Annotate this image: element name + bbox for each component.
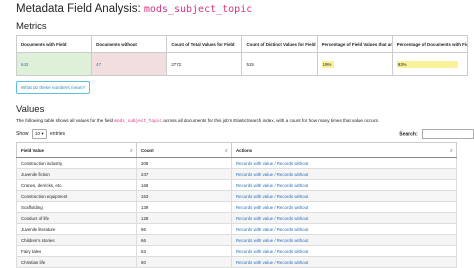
actions-cell: Records with value / Records without [231, 201, 457, 213]
column-header-count-label: Count [141, 147, 154, 153]
actions-cell: Records with value / Records without [231, 212, 457, 224]
field-value-cell: Christian life [16, 256, 137, 268]
column-header-actions[interactable]: Actions ⇵ [231, 142, 457, 158]
values-table: Field Value ⇵ Count ⇵ Actions ⇵ Construc… [16, 142, 457, 268]
count-cell: 168 [136, 179, 232, 191]
actions-cell: Records with value / Records without [231, 179, 457, 191]
count-cell: 308 [136, 157, 232, 169]
records-links[interactable]: Records with value / Records without [236, 216, 308, 221]
actions-cell: Records with value / Records without [231, 256, 457, 268]
records-links[interactable]: Records with value / Records without [236, 238, 308, 243]
metrics-table: Documents with Field Documents without C… [15, 35, 469, 76]
table-row: Scaffolding 139 Records with value / Rec… [16, 201, 457, 213]
show-label: Show [16, 131, 29, 137]
total-values-cell: 2772 [166, 52, 243, 76]
actions-cell: Records with value / Records without [231, 245, 457, 257]
metrics-col-total-values: Count of Total Values for Field [166, 35, 243, 53]
chevron-down-icon: ▾ [41, 131, 44, 136]
without-field-link[interactable]: 47 [96, 62, 101, 67]
without-field-cell: 47 [91, 52, 168, 76]
pct-with-field-cell: 93% [391, 52, 469, 76]
page-title-prefix: Metadata Field Analysis: [16, 3, 141, 15]
records-links[interactable]: Records with value / Records without [236, 172, 308, 177]
records-links[interactable]: Records with value / Records without [236, 183, 308, 188]
metrics-col-pct-unique: Percentage of Field Values that are Uniq… [316, 35, 393, 53]
field-value-cell: Children's stories [16, 234, 137, 246]
records-links[interactable]: Records with value / Records without [236, 227, 308, 232]
table-row: Construction equipment 163 Records with … [16, 190, 457, 202]
desc-field-code: mods_subject_topic [114, 119, 162, 124]
metrics-col-without: Documents without [91, 35, 168, 53]
metrics-col-pct-with-field: Percentage of Documents with Field [391, 35, 469, 53]
search-label: Search: [399, 131, 418, 138]
count-cell: 139 [136, 201, 232, 213]
pct-with-field-bar: 93% [396, 60, 459, 68]
table-row: Juvenile literature 96 Records with valu… [16, 223, 457, 235]
field-value-cell: Scaffolding [16, 201, 137, 213]
field-value-cell: Juvenile literature [16, 223, 137, 235]
sort-icon: ⇵ [449, 147, 453, 153]
count-cell: 163 [136, 190, 232, 202]
column-header-count[interactable]: Count ⇵ [136, 142, 232, 158]
field-value-cell: Conduct of life [16, 212, 137, 224]
records-links[interactable]: Records with value / Records without [236, 205, 308, 210]
desc-after: across all documents for this job's Elas… [163, 118, 380, 123]
entries-control: Show 10 ▾ entries [16, 129, 65, 139]
field-name-code: mods_subject_topic [143, 4, 253, 15]
entries-select[interactable]: 10 ▾ [31, 129, 47, 139]
with-field-cell: 643 [15, 52, 93, 76]
table-row: Construction industry 308 Records with v… [16, 157, 457, 169]
actions-cell: Records with value / Records without [231, 234, 457, 246]
table-controls: Show 10 ▾ entries Search: [16, 129, 474, 139]
column-header-actions-label: Actions [236, 147, 253, 153]
count-cell: 63 [136, 245, 232, 257]
sort-icon: ⇵ [224, 147, 228, 153]
entries-label: entries [50, 131, 66, 137]
count-cell: 66 [136, 234, 232, 246]
entries-select-value: 10 [34, 131, 41, 136]
actions-cell: Records with value / Records without [231, 223, 457, 235]
count-cell: 96 [136, 223, 232, 235]
values-description: The following table shows all values for… [16, 118, 468, 124]
metrics-col-distinct-values: Count of Distinct Values for Field [241, 35, 318, 53]
table-row: Conduct of life 128 Records with value /… [16, 212, 457, 224]
values-heading: Values [16, 104, 45, 115]
search-input[interactable] [422, 129, 474, 139]
with-field-link[interactable]: 643 [21, 62, 28, 67]
desc-before: The following table shows all values for… [16, 118, 114, 123]
field-value-cell: Fairy tales [16, 245, 137, 257]
field-value-cell: Construction equipment [16, 190, 137, 202]
records-links[interactable]: Records with value / Records without [236, 161, 308, 166]
table-row: Cranes, derricks, etc. 168 Records with … [16, 179, 457, 191]
column-header-field-value[interactable]: Field Value ⇵ [16, 142, 137, 158]
records-links[interactable]: Records with value / Records without [236, 260, 308, 265]
pct-unique-label: 19% [322, 61, 332, 67]
count-cell: 128 [136, 212, 232, 224]
table-row: Juvenile fiction 247 Records with value … [16, 168, 457, 180]
metrics-col-with-field: Documents with Field [15, 35, 93, 53]
table-row: Children's stories 66 Records with value… [16, 234, 457, 246]
records-links[interactable]: Records with value / Records without [236, 249, 308, 254]
search-control: Search: [399, 129, 474, 139]
records-links[interactable]: Records with value / Records without [236, 194, 308, 199]
pct-unique-bar: 19% [321, 60, 335, 68]
actions-cell: Records with value / Records without [231, 157, 457, 169]
pct-unique-cell: 19% [316, 52, 393, 76]
table-row: Fairy tales 63 Records with value / Reco… [16, 245, 457, 257]
metrics-heading: Metrics [16, 21, 47, 32]
count-cell: 247 [136, 168, 232, 180]
explain-numbers-button[interactable]: What do these numbers mean? [16, 81, 91, 94]
sort-icon: ⇵ [129, 147, 133, 153]
actions-cell: Records with value / Records without [231, 190, 457, 202]
field-value-cell: Construction industry [16, 157, 137, 169]
pct-with-field-label: 93% [397, 61, 407, 67]
column-header-field-value-label: Field Value [21, 147, 44, 153]
count-cell: 50 [136, 256, 232, 268]
distinct-values-cell: 515 [241, 52, 318, 76]
field-value-cell: Juvenile fiction [16, 168, 137, 180]
field-value-cell: Cranes, derricks, etc. [16, 179, 137, 191]
actions-cell: Records with value / Records without [231, 168, 457, 180]
page-title: Metadata Field Analysis: mods_subject_to… [16, 3, 468, 15]
table-row: Christian life 50 Records with value / R… [16, 256, 457, 268]
